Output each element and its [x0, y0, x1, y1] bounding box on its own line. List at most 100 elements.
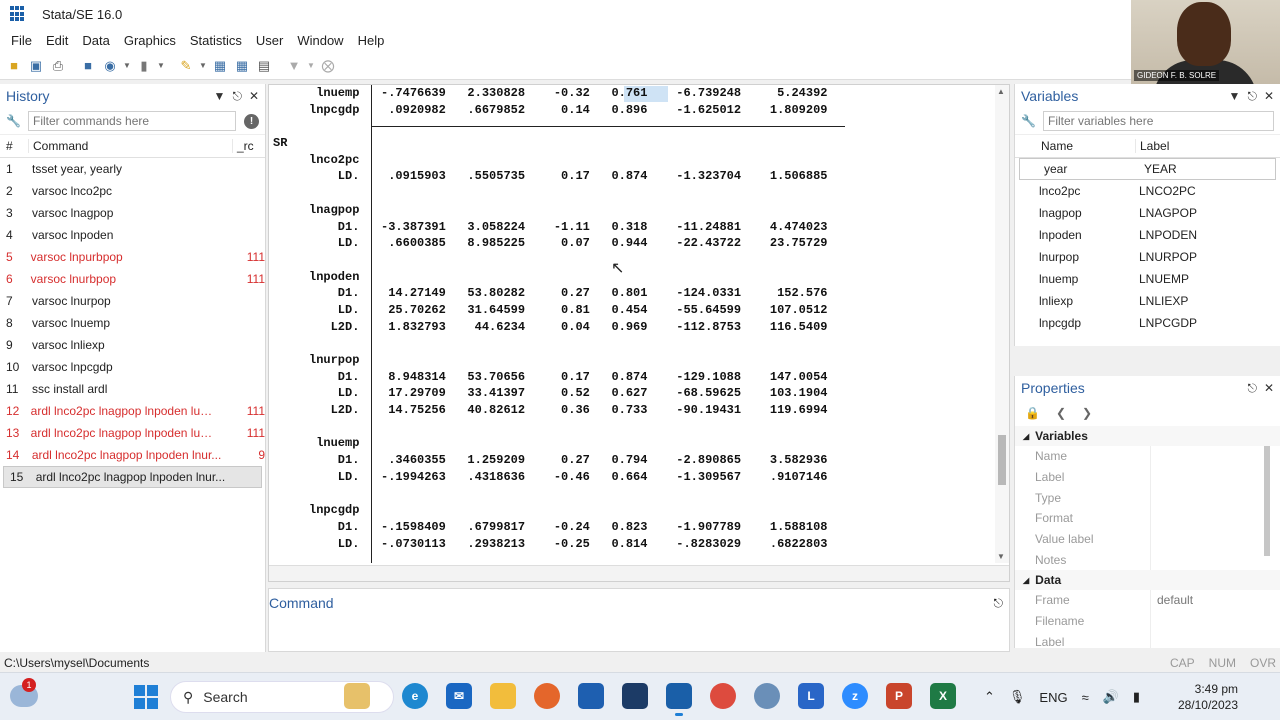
results-vertical-scrollbar[interactable]: ▲ ▼ — [995, 85, 1009, 563]
close-icon[interactable]: ✕ — [1264, 89, 1274, 104]
edge-icon[interactable]: e — [402, 683, 428, 709]
menu-window[interactable]: Window — [290, 33, 350, 48]
collapse-icon[interactable]: ◢ — [1023, 432, 1029, 441]
zoom-icon[interactable]: z — [842, 683, 868, 709]
variable-row[interactable]: lnuemp LNUEMP — [1015, 268, 1280, 290]
history-row[interactable]: 2 varsoc lnco2pc — [0, 180, 265, 202]
properties-group-data[interactable]: ◢ Data — [1015, 570, 1280, 591]
history-row[interactable]: 10 varsoc lnpcgdp — [0, 356, 265, 378]
graph-icon[interactable]: ▮ — [134, 56, 154, 76]
property-row[interactable]: Format — [1015, 508, 1280, 529]
command-input[interactable] — [269, 617, 1009, 651]
alert-icon[interactable]: ! — [244, 113, 259, 129]
clock[interactable]: 3:49 pm 28/10/2023 — [1166, 681, 1238, 713]
property-row[interactable]: Type — [1015, 487, 1280, 509]
network-app-icon[interactable] — [754, 683, 780, 709]
variable-row[interactable]: lnurpop LNURPOP — [1015, 246, 1280, 268]
property-row[interactable]: Notes — [1015, 549, 1280, 571]
scrollbar-thumb[interactable] — [998, 435, 1006, 485]
stata-taskbar-icon[interactable] — [666, 683, 692, 716]
variables-col-name[interactable]: Name — [1035, 139, 1135, 153]
variables-col-label[interactable]: Label — [1135, 139, 1280, 153]
history-row-error[interactable]: 13 ardl lnco2pc lnagpop lnpoden lurp... 11… — [0, 422, 265, 444]
open-icon[interactable]: ■ — [4, 56, 24, 76]
filter-icon[interactable]: ▼ — [1229, 89, 1241, 104]
property-row[interactable]: Label — [1015, 466, 1280, 488]
back-arrow-icon[interactable]: ❮ — [1056, 406, 1066, 420]
property-row[interactable]: Filename — [1015, 610, 1280, 632]
history-row[interactable]: 8 varsoc lnuemp — [0, 312, 265, 334]
pin-icon[interactable]: ⎋ — [1247, 89, 1257, 104]
scroll-down-icon[interactable]: ▼ — [997, 552, 1005, 561]
do-file-dropdown-icon[interactable]: ▼ — [198, 56, 208, 76]
properties-group-variables[interactable]: ◢ Variables — [1015, 426, 1280, 446]
history-row[interactable]: 9 varsoc lnliexp — [0, 334, 265, 356]
pin-icon[interactable]: ⎋ — [1247, 381, 1257, 396]
properties-scrollbar[interactable] — [1264, 446, 1270, 556]
graph-dropdown-icon[interactable]: ▼ — [156, 56, 166, 76]
viewer-dropdown-icon[interactable]: ▼ — [122, 56, 132, 76]
variable-row[interactable]: lnpoden LNPODEN — [1015, 224, 1280, 246]
file-explorer-icon[interactable] — [490, 683, 516, 709]
print-icon[interactable]: ⎙ — [48, 56, 68, 76]
files-app-icon[interactable] — [344, 683, 370, 709]
variable-row[interactable]: lnpcgdp LNPCGDP — [1015, 312, 1280, 334]
results-window[interactable]: lnuemp -.7476639 2.330828 -0.32 0.761 -6… — [268, 84, 1010, 582]
history-row-error[interactable]: 5 varsoc lnpurbpop 111 — [0, 246, 265, 268]
more-icon[interactable]: ▼ — [284, 56, 304, 76]
close-icon[interactable]: ✕ — [1264, 381, 1274, 396]
menu-file[interactable]: File — [4, 33, 39, 48]
pin-icon[interactable]: ⎋ — [994, 596, 1004, 611]
menu-help[interactable]: Help — [351, 33, 392, 48]
history-row[interactable]: 4 varsoc lnpoden — [0, 224, 265, 246]
history-row[interactable]: 11 ssc install ardl — [0, 378, 265, 400]
wifi-icon[interactable]: ≈ — [1082, 690, 1089, 705]
log-icon[interactable]: ■ — [78, 56, 98, 76]
history-row-error[interactable]: 14 ardl lnco2pc lnagpop lnpoden lnur... 9 — [0, 444, 265, 466]
property-row[interactable]: Label — [1015, 631, 1280, 648]
scroll-up-icon[interactable]: ▲ — [997, 87, 1005, 96]
data-editor-edit-icon[interactable]: ▦ — [210, 56, 230, 76]
variable-row[interactable]: lnliexp LNLIEXP — [1015, 290, 1280, 312]
property-row[interactable]: Frame default — [1015, 590, 1280, 611]
data-editor-browse-icon[interactable]: ▦ — [232, 56, 252, 76]
close-icon[interactable]: ✕ — [249, 89, 259, 104]
microphone-icon[interactable]: 🎙 — [1009, 689, 1026, 705]
history-col-command[interactable]: Command — [28, 139, 232, 153]
history-col-number[interactable]: # — [0, 139, 28, 153]
variable-row-selected[interactable]: year YEAR — [1019, 158, 1276, 180]
history-filter-input[interactable] — [28, 111, 236, 131]
forward-arrow-icon[interactable]: ❯ — [1082, 406, 1092, 420]
viewer-icon[interactable]: ◉ — [100, 56, 120, 76]
wrench-icon[interactable]: 🔧 — [6, 114, 24, 128]
mail-icon[interactable]: ✉ — [446, 683, 472, 709]
more-dropdown-icon[interactable]: ▼ — [306, 56, 316, 76]
do-file-editor-icon[interactable]: ✎ — [176, 56, 196, 76]
menu-graphics[interactable]: Graphics — [117, 33, 183, 48]
property-row[interactable]: Name — [1015, 446, 1280, 467]
powerpoint-icon[interactable]: P — [886, 683, 912, 709]
battery-icon[interactable]: ▮ — [1133, 689, 1140, 705]
results-horizontal-scrollbar[interactable] — [269, 565, 1009, 581]
menu-edit[interactable]: Edit — [39, 33, 75, 48]
language-indicator[interactable]: ENG — [1039, 690, 1067, 705]
break-icon[interactable]: ⨂ — [318, 56, 338, 76]
excel-icon[interactable]: X — [930, 683, 956, 709]
history-col-rc[interactable]: _rc — [232, 139, 265, 153]
history-row-selected[interactable]: 15 ardl lnco2pc lnagpop lnpoden lnur... — [3, 466, 262, 488]
filter-icon[interactable]: ▼ — [214, 89, 226, 104]
property-row[interactable]: Value label — [1015, 528, 1280, 550]
variable-row[interactable]: lnagpop LNAGPOP — [1015, 202, 1280, 224]
menu-data[interactable]: Data — [75, 33, 116, 48]
history-row[interactable]: 7 varsoc lnurpop — [0, 290, 265, 312]
history-row[interactable]: 1 tsset year, yearly — [0, 158, 265, 180]
variables-manager-icon[interactable]: ▤ — [254, 56, 274, 76]
windows-start-icon[interactable] — [134, 685, 158, 709]
variables-filter-input[interactable] — [1043, 111, 1274, 131]
chrome-icon[interactable] — [710, 683, 736, 709]
history-row-error[interactable]: 12 ardl lnco2pc lnagpop lnpoden lurp... 11… — [0, 400, 265, 422]
variable-row[interactable]: lnco2pc LNCO2PC — [1015, 180, 1280, 202]
collapse-icon[interactable]: ◢ — [1023, 576, 1029, 585]
lock-icon[interactable]: 🔒 — [1025, 406, 1040, 420]
calculator-icon[interactable] — [622, 683, 648, 709]
